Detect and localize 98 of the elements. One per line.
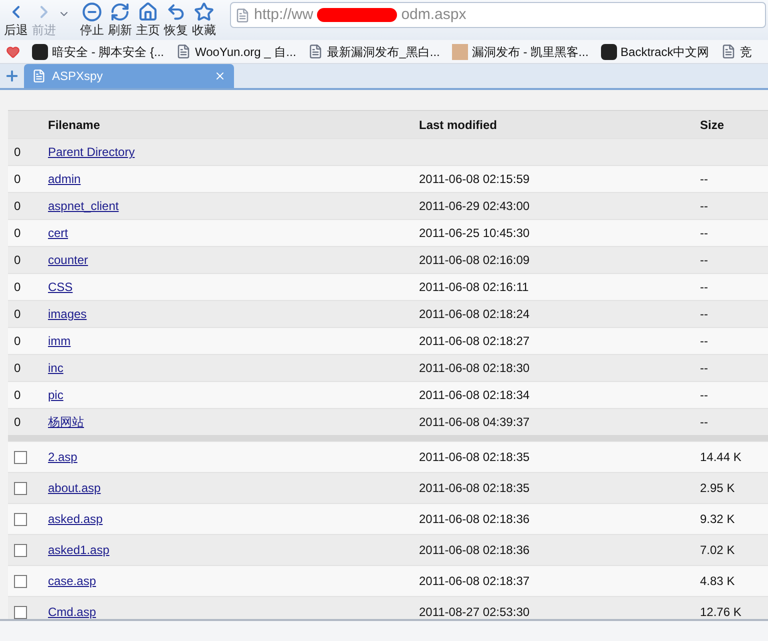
column-header: Filename	[48, 118, 100, 132]
back-button[interactable]: 后退	[2, 0, 30, 38]
file-link[interactable]: Parent Directory	[48, 145, 135, 159]
table-cell-text: 0	[14, 171, 21, 188]
file-link[interactable]: case.asp	[48, 574, 96, 588]
table-cell: 2011-06-08 02:18:24	[419, 307, 530, 321]
table-cell: 7.02 K	[700, 543, 735, 557]
column-header: Size	[700, 118, 724, 132]
checkbox[interactable]	[14, 450, 27, 464]
table-cell-text: 0	[14, 306, 21, 323]
table-cell: 2.95 K	[700, 481, 735, 495]
refresh-button[interactable]: 刷新	[106, 0, 134, 38]
table-cell: 2011-06-08 02:18:34	[419, 388, 530, 402]
table-cell: 2011-06-08 02:18:35	[419, 450, 530, 464]
table-cell-text: 0	[14, 360, 21, 377]
stop-icon	[82, 2, 102, 22]
table-cell: --	[700, 334, 708, 348]
table-cell-text: 0	[14, 225, 21, 242]
undo-button[interactable]: 恢复	[162, 0, 190, 38]
checkbox[interactable]	[14, 544, 27, 556]
table-cell-text: 0	[14, 198, 21, 215]
new-tab-icon[interactable]	[4, 68, 20, 84]
table-cell-text: 0	[14, 387, 21, 404]
refresh-icon	[110, 2, 130, 22]
checkbox[interactable]	[14, 512, 27, 526]
file-link[interactable]: asked.asp	[48, 512, 103, 526]
logo-icon	[600, 44, 617, 60]
file-link[interactable]: CSS	[48, 280, 73, 294]
page-icon	[32, 69, 46, 83]
file-link[interactable]: imm	[48, 334, 71, 348]
table-cell: 2011-06-08 02:16:09	[419, 253, 530, 267]
star-icon	[194, 2, 214, 22]
file-link[interactable]: 2.asp	[48, 450, 78, 464]
heart-icon[interactable]	[6, 44, 20, 58]
stop-button[interactable]: 停止	[78, 0, 106, 38]
checkbox[interactable]	[14, 606, 27, 618]
file-link[interactable]: 杨网站	[48, 415, 84, 429]
bookmark-link[interactable]: WooYun.org _ 自...	[176, 42, 296, 60]
close-icon[interactable]	[214, 70, 226, 82]
bookmark-link[interactable]: 竞	[721, 42, 752, 60]
table-cell: 2011-06-08 02:18:37	[419, 574, 530, 588]
file-link[interactable]: admin	[48, 172, 81, 186]
table-cell: 2011-06-08 02:18:36	[419, 543, 530, 557]
table-cell: 2011-06-08 02:18:27	[419, 334, 530, 348]
table-cell: --	[700, 253, 708, 267]
table-cell: 2011-06-08 02:18:30	[419, 361, 530, 375]
table-cell-text: 0	[14, 144, 21, 161]
table-cell: 14.44 K	[700, 450, 742, 464]
table-cell: --	[700, 415, 708, 429]
bookmark-link[interactable]: 暗安全 - 脚本安全 {...	[32, 42, 164, 60]
address-field[interactable]: http://ww odm.aspx	[230, 2, 766, 28]
file-link[interactable]: about.asp	[48, 481, 101, 495]
table-cell-text: 0	[14, 333, 21, 350]
table-cell: 2011-06-08 02:18:35	[419, 481, 530, 495]
table-cell: 12.76 K	[700, 605, 742, 619]
table-cell: --	[700, 172, 708, 186]
table-cell: 2011-06-29 02:43:00	[419, 199, 530, 213]
table-cell-text: 0	[14, 279, 21, 296]
photo-placeholder	[452, 44, 468, 60]
table-cell: --	[700, 199, 708, 213]
table-cell: --	[700, 361, 708, 375]
home-icon	[138, 2, 158, 22]
bookmark-link[interactable]: 漏洞发布 - 凯里黑客...	[452, 42, 589, 60]
table-cell: --	[700, 280, 708, 294]
table-cell: 4.83 K	[700, 574, 735, 588]
page-icon	[235, 8, 250, 22]
file-link[interactable]: cert	[48, 226, 68, 240]
file-link[interactable]: inc	[48, 361, 64, 375]
table-cell: 2011-06-08 02:16:11	[419, 280, 529, 294]
page-icon	[308, 44, 324, 59]
page-icon	[721, 44, 736, 59]
logo-icon	[32, 44, 48, 60]
star-button[interactable]: 收藏	[190, 0, 218, 38]
file-link[interactable]: images	[48, 307, 87, 321]
checkbox[interactable]	[14, 574, 27, 588]
file-link[interactable]: counter	[48, 253, 88, 267]
table-cell-text: 0	[14, 252, 21, 269]
file-link[interactable]: aspnet_client	[48, 199, 119, 213]
table-cell: --	[700, 307, 708, 321]
table-cell: 9.32 K	[700, 512, 735, 526]
file-link[interactable]: Cmd.asp	[48, 605, 96, 619]
table-cell: 2011-06-08 02:18:36	[419, 512, 530, 526]
file-link[interactable]: asked1.asp	[48, 543, 110, 557]
table-cell: --	[700, 226, 708, 240]
bookmark-link[interactable]: Backtrack中文网	[600, 42, 710, 60]
column-header: Last modified	[419, 118, 498, 132]
undo-icon	[166, 2, 186, 22]
page-icon	[176, 44, 192, 59]
file-link[interactable]: pic	[48, 388, 64, 402]
table-cell: --	[700, 388, 708, 402]
table-cell: 2011-08-27 02:53:30	[419, 605, 530, 619]
table-cell: 2011-06-08 04:39:37	[419, 415, 530, 429]
table-cell: 2011-06-08 02:15:59	[419, 172, 530, 186]
home-button[interactable]: 主页	[134, 0, 162, 38]
table-cell-text: 0	[14, 414, 21, 431]
checkbox[interactable]	[14, 482, 27, 494]
table-cell: 2011-06-25 10:45:30	[419, 226, 530, 240]
bookmark-link[interactable]: 最新漏洞发布_黑白...	[308, 42, 440, 60]
